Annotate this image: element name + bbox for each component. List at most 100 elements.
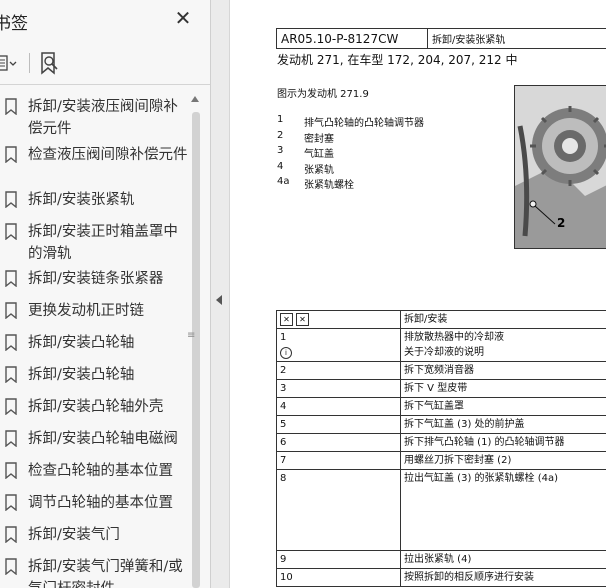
- step-number: 9: [276, 550, 401, 569]
- resize-grip-icon[interactable]: ≡: [187, 330, 195, 341]
- bookmark-list: 拆卸/安装液压阀间隙补偿元件 检查液压阀间隙补偿元件 拆卸/安装张紧轨 拆卸/安…: [0, 88, 188, 588]
- bookmark-icon: [5, 98, 17, 115]
- legend-number: 1: [277, 114, 284, 125]
- document-code: AR05.10-P-8127CW: [276, 28, 428, 49]
- document-header-table: AR05.10-P-8127CW 拆卸/安装张紧轨: [276, 28, 606, 49]
- table-row: 8 拉出气缸盖 (3) 的张紧轨螺栓 (4a): [276, 469, 606, 551]
- table-row: 6 拆下排气凸轮轴 (1) 的凸轮轴调节器: [276, 433, 606, 452]
- table-row: 2 拆下宽频消音器: [276, 361, 606, 380]
- steps-header-label: 拆卸/安装: [400, 310, 606, 329]
- scrollbar-thumb[interactable]: [192, 112, 200, 588]
- table-row: 5 拆下气缸盖 (3) 处的前护盖: [276, 415, 606, 434]
- info-icon[interactable]: i: [280, 347, 292, 359]
- figure-caption: 图示为发动机 271.9: [277, 89, 369, 100]
- step-text: 拉出张紧轨 (4): [400, 550, 606, 569]
- step-text: 拆下宽频消音器: [400, 361, 606, 380]
- bookmark-label: 拆卸/安装凸轮轴: [28, 367, 135, 383]
- list-options-icon: [0, 55, 17, 71]
- bookmark-label: 拆卸/安装凸轮轴外壳: [28, 399, 164, 415]
- bookmark-icon: [5, 462, 17, 479]
- engine-figure: 2: [514, 85, 606, 249]
- panel-title: 书签: [0, 14, 28, 34]
- step-text: 拆下 V 型皮带: [400, 379, 606, 398]
- table-row: 7 用螺丝刀拆下密封塞 (2): [276, 451, 606, 470]
- bookmarks-toolbar: [0, 42, 210, 85]
- legend-text: 张紧轨螺栓: [304, 180, 354, 191]
- figure-callout-label: 2: [557, 216, 566, 230]
- table-row: 4 拆下气缸盖罩: [276, 397, 606, 416]
- bookmark-label: 拆卸/安装链条张紧器: [28, 271, 164, 287]
- legend-number: 4a: [277, 176, 290, 187]
- install-symbol-icon: ✕: [296, 312, 309, 326]
- bookmark-label: 检查液压阀间隙补偿元件: [28, 147, 188, 163]
- bookmark-label: 检查凸轮轴的基本位置: [28, 463, 173, 479]
- engine-applicability: 发动机 271, 在车型 172, 204, 207, 212 中: [277, 53, 518, 67]
- scroll-up-arrow-icon[interactable]: [191, 96, 199, 102]
- step-number: 7: [276, 451, 401, 470]
- step-number: 10: [276, 568, 401, 587]
- step-text: 拆下气缸盖 (3) 处的前护盖: [400, 415, 606, 434]
- bookmark-icon: [5, 398, 17, 415]
- step-text: 排放散热器中的冷却液: [404, 332, 504, 343]
- bookmark-label: 调节凸轮轴的基本位置: [28, 495, 173, 511]
- step-number: 5: [276, 415, 401, 434]
- bookmark-search-icon: [41, 52, 58, 75]
- document-title: 拆卸/安装张紧轨: [427, 28, 606, 49]
- bookmark-label: 拆卸/安装凸轮轴: [28, 335, 135, 351]
- panel-splitter[interactable]: ≡: [187, 0, 230, 588]
- legend-text: 排气凸轮轴的凸轮轴调节器: [304, 118, 424, 129]
- bookmark-icon: [5, 526, 17, 543]
- document-page: AR05.10-P-8127CW 拆卸/安装张紧轨 发动机 271, 在车型 1…: [230, 0, 606, 588]
- table-row: 1 i 排放散热器中的冷却液 关于冷却液的说明: [276, 328, 606, 362]
- step-text: 拆下排气凸轮轴 (1) 的凸轮轴调节器: [400, 433, 606, 452]
- bookmark-icon: [5, 270, 17, 287]
- step-number: 2: [276, 361, 401, 380]
- toolbar-divider: [29, 53, 30, 73]
- bookmark-icon: [5, 146, 17, 163]
- legend-number: 3: [277, 145, 284, 156]
- step-text-cell: 排放散热器中的冷却液 关于冷却液的说明: [400, 328, 606, 362]
- step-text: 按照拆卸的相反顺序进行安装: [400, 568, 606, 587]
- bookmark-icon: [5, 494, 17, 511]
- table-row: 10 按照拆卸的相反顺序进行安装: [276, 568, 606, 587]
- close-panel-button[interactable]: ✕: [172, 7, 194, 29]
- step-number: 1: [280, 332, 287, 343]
- panel-header: 书签 ✕: [0, 0, 210, 42]
- bookmark-icon: [5, 223, 17, 240]
- step-number: 8: [276, 469, 401, 551]
- bookmark-label: 拆卸/安装气门: [28, 527, 120, 543]
- step-note-link[interactable]: 关于冷却液的说明: [404, 345, 606, 360]
- table-row: 9 拉出张紧轨 (4): [276, 550, 606, 569]
- table-row: 3 拆下 V 型皮带: [276, 379, 606, 398]
- bookmark-label: 拆卸/安装凸轮轴电磁阀: [28, 431, 178, 447]
- legend-text: 张紧轨: [304, 164, 334, 176]
- steps-header-icons: ✕ ✕: [276, 310, 401, 329]
- step-number-cell: 1 i: [276, 328, 401, 362]
- bookmark-icon: [5, 302, 17, 319]
- legend-number: 2: [277, 129, 284, 141]
- header-icon-group: ✕ ✕: [280, 312, 312, 326]
- legend-text: 密封塞: [304, 133, 334, 145]
- collapse-panel-arrow-icon[interactable]: [216, 295, 222, 305]
- step-number: 4: [276, 397, 401, 416]
- bookmark-label: 拆卸/安装张紧轨: [28, 192, 135, 208]
- find-bookmark-button[interactable]: [38, 51, 62, 75]
- step-number: 3: [276, 379, 401, 398]
- remove-symbol-icon: ✕: [280, 312, 293, 326]
- bookmark-icon: [5, 366, 17, 383]
- step-number: 6: [276, 433, 401, 452]
- bookmark-label: 拆卸/安装气门弹簧和/或气门杆密封件: [28, 559, 183, 588]
- bookmark-icon: [5, 558, 17, 575]
- bookmark-label: 拆卸/安装正时箱盖罩中的滑轨: [28, 224, 178, 262]
- legend-number: 4: [277, 160, 284, 172]
- options-menu-button[interactable]: [0, 51, 20, 75]
- steps-table: ✕ ✕ 拆卸/安装 1 i 排放散热器中的冷却液 关于冷却液的说明 2 拆下宽频消音…: [276, 310, 606, 587]
- bookmark-label: 拆卸/安装液压阀间隙补偿元件: [28, 99, 178, 137]
- bookmark-icon: [5, 191, 17, 208]
- step-text: 拆下气缸盖罩: [400, 397, 606, 416]
- legend-text: 气缸盖: [304, 149, 334, 160]
- step-text: 拉出气缸盖 (3) 的张紧轨螺栓 (4a): [400, 469, 606, 551]
- step-text: 用螺丝刀拆下密封塞 (2): [400, 451, 606, 470]
- bookmark-label: 更换发动机正时链: [28, 303, 144, 319]
- bookmarks-panel: 书签 ✕ 拆卸/安装液压阀间隙补偿元件 检查液压阀间隙补偿元件 拆卸/安装张紧轨…: [0, 0, 211, 588]
